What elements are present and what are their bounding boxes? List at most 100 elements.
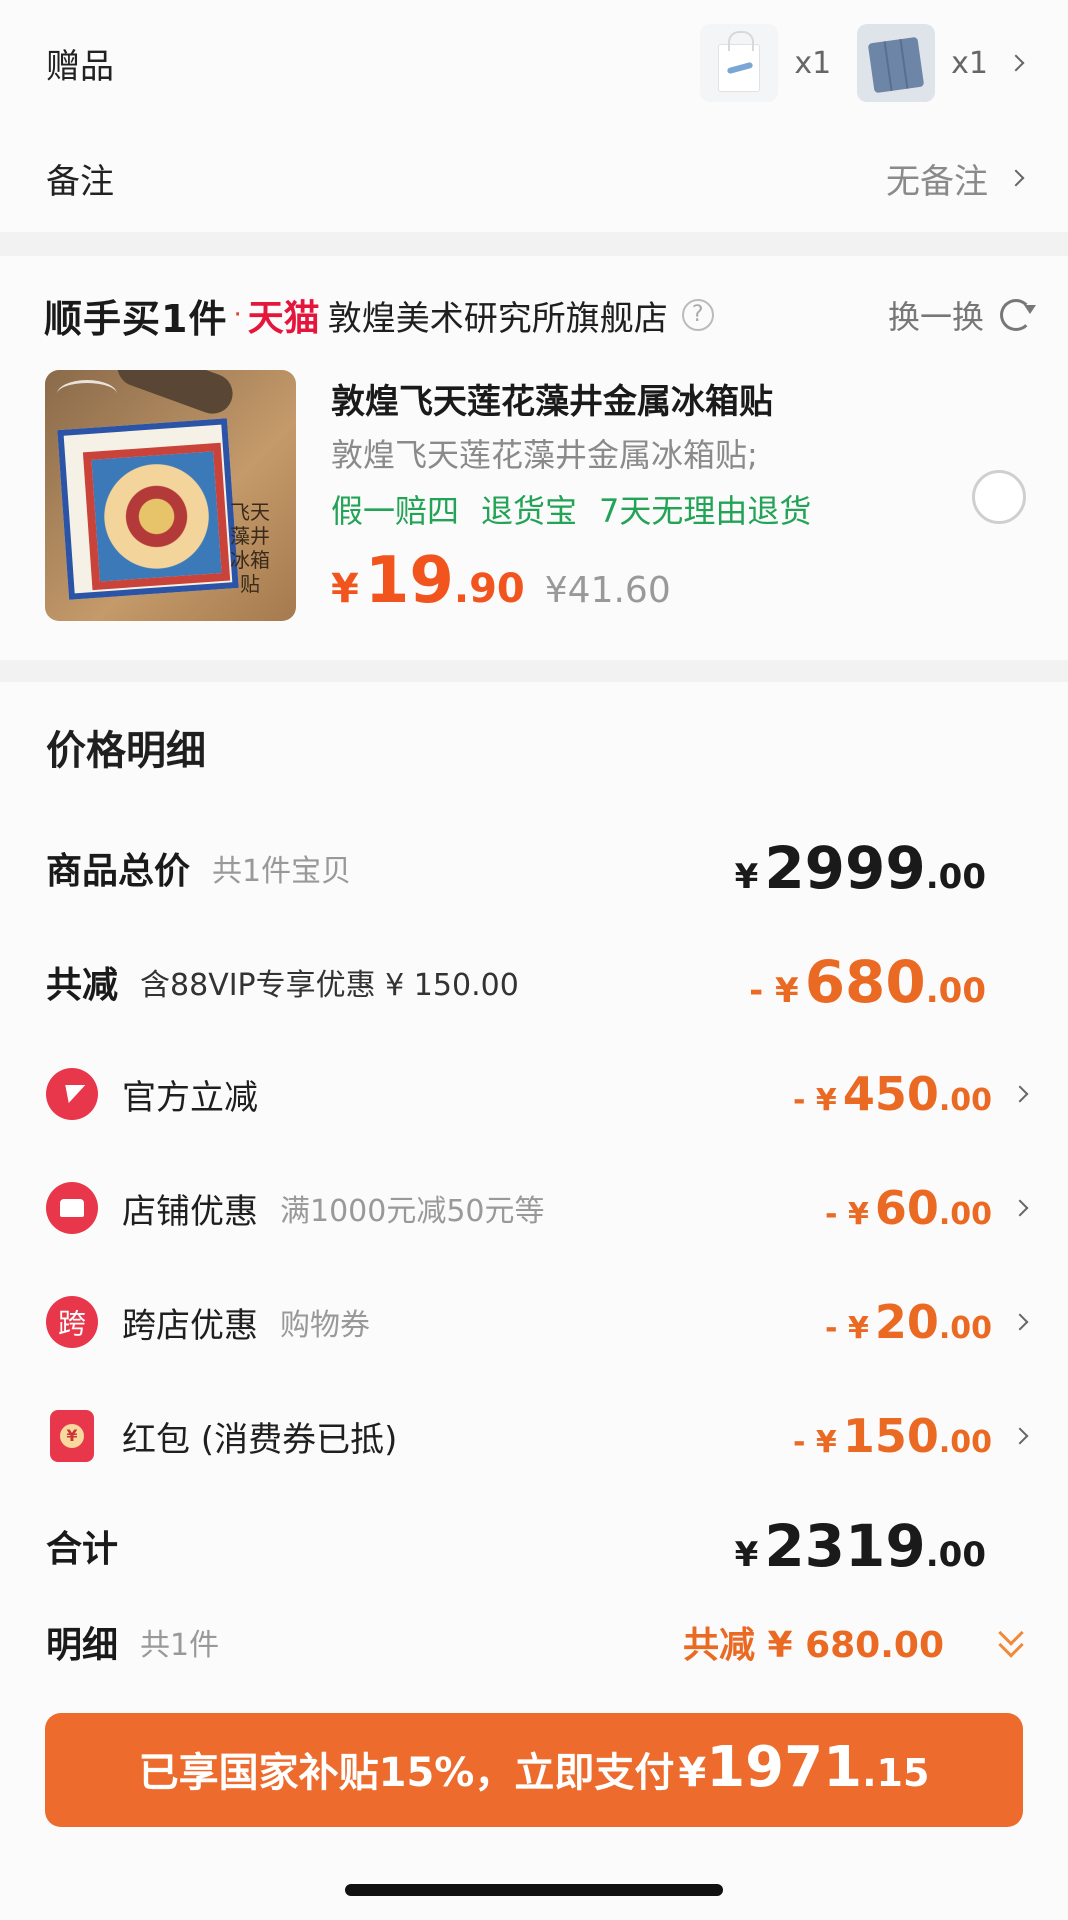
amount-decimal: .00: [938, 1425, 992, 1460]
amount-currency: ¥: [734, 1535, 759, 1575]
amount-currency: ¥: [734, 857, 759, 897]
discount-item-label: 店铺优惠: [122, 1191, 258, 1232]
note-label: 备注: [46, 161, 114, 202]
discount-item-label: 红包 (消费券已抵): [122, 1419, 398, 1460]
double-chevron-down-icon: [998, 1620, 1026, 1662]
discount-amount: - ¥ 680 .00: [749, 948, 986, 1016]
gift-label: 赠品: [46, 46, 114, 87]
service-tag: 7天无理由退货: [599, 492, 812, 530]
chevron-right-icon: [1011, 1313, 1029, 1331]
pay-decimal: .15: [862, 1751, 930, 1795]
discount-item-label: 官方立减: [122, 1077, 258, 1118]
discount-item-hint: 购物券: [280, 1308, 370, 1343]
discount-item-official[interactable]: 官方立减 - ¥ 450 .00: [46, 1054, 1029, 1134]
discount-hint: 含88VIP专享优惠 ¥ 150.00: [140, 968, 519, 1003]
discount-item-cross-store[interactable]: 跨 跨店优惠 购物券 - ¥ 20 .00: [46, 1282, 1029, 1362]
sum-amount: ¥ 2319 .00: [735, 1512, 986, 1580]
breakdown-count: 共1件: [140, 1628, 220, 1663]
lightning-icon: [46, 1068, 98, 1120]
home-indicator[interactable]: [345, 1884, 723, 1896]
pay-button-label: 已享国家补贴15%，立即支付: [138, 1750, 675, 1796]
discount-item-amount: - ¥ 150 .00: [793, 1409, 992, 1463]
discount-item-red-envelope[interactable]: ¥ 红包 (消费券已抵) - ¥ 150 .00: [46, 1396, 1029, 1476]
pay-currency: ¥: [678, 1750, 707, 1796]
amount-decimal: .00: [938, 1083, 992, 1118]
refresh-icon[interactable]: [1000, 299, 1036, 331]
product-image[interactable]: 飞天藻井 冰箱贴: [45, 370, 296, 621]
price-decimal: .90: [453, 566, 525, 612]
amount-integer: 680: [804, 948, 926, 1016]
note-value: 无备注: [886, 161, 988, 202]
order-extras-card: 赠品 x1 x1 备注 无备注: [0, 0, 1068, 232]
select-product-radio[interactable]: [972, 470, 1026, 524]
gift-qty: x1: [951, 45, 988, 81]
gift-qty: x1: [794, 45, 832, 81]
product-info[interactable]: 敦煌飞天莲花藻井金属冰箱贴 敦煌飞天莲花藻井金属冰箱贴; 假一赔四 退货宝 7天…: [331, 374, 911, 618]
product-image-text: 飞天藻井 冰箱贴: [230, 500, 270, 596]
amount-integer: 2999: [764, 834, 926, 902]
separator-dot: ·: [233, 300, 242, 330]
price-currency: ¥: [331, 566, 359, 612]
breakdown-saving-text: 共减 ¥ 680.00: [682, 1625, 944, 1666]
swap-button[interactable]: 换一换: [888, 292, 984, 338]
sum-label: 合计: [46, 1529, 119, 1570]
service-tag: 退货宝: [481, 492, 578, 530]
discount-item-amount: - ¥ 450 .00: [793, 1067, 992, 1121]
shop-name[interactable]: 敦煌美术研究所旗舰店: [328, 291, 668, 340]
cross-store-icon: 跨: [46, 1296, 98, 1348]
original-price: ¥41.60: [544, 570, 671, 611]
discount-item-label: 跨店优惠: [122, 1305, 258, 1346]
discount-item-amount: - ¥ 20 .00: [825, 1295, 992, 1349]
discount-label: 共减: [46, 965, 119, 1006]
service-tags: 假一赔四 退货宝 7天无理由退货: [331, 486, 911, 536]
brand-label: 顺手买1件: [44, 296, 228, 341]
breakdown-saving: 共减 ¥ 680.00: [683, 1616, 944, 1668]
price-detail-title: 价格明细: [46, 728, 206, 774]
amount-currency: - ¥: [793, 1425, 837, 1460]
chevron-right-icon: [1011, 1199, 1029, 1217]
subtotal-row: 商品总价 共1件宝贝 ¥ 2999 .00: [46, 828, 1026, 908]
discount-item-store[interactable]: 店铺优惠 满1000元减50元等 - ¥ 60 .00: [46, 1168, 1029, 1248]
amount-decimal: .00: [938, 1197, 992, 1232]
product-subtitle: 敦煌飞天莲花藻井金属冰箱贴;: [331, 436, 758, 474]
total-discount-row: 共减 含88VIP专享优惠 ¥ 150.00 - ¥ 680 .00: [46, 942, 1026, 1022]
subtotal-label: 商品总价: [46, 851, 191, 892]
product-title: 敦煌飞天莲花藻井金属冰箱贴: [331, 382, 773, 422]
store-icon: [46, 1182, 98, 1234]
amount-decimal: .00: [938, 1311, 992, 1346]
gift-items: x1 x1: [700, 24, 1025, 102]
chevron-right-icon: [1011, 1427, 1029, 1445]
pay-button[interactable]: 已享国家补贴15%，立即支付 ¥ 1971 .15: [45, 1713, 1023, 1827]
red-envelope-symbol: ¥: [60, 1424, 84, 1448]
chevron-right-icon: [1007, 54, 1025, 72]
service-tag: 假一赔四: [331, 492, 460, 530]
sum-row: 合计 ¥ 2319 .00: [46, 1506, 1026, 1586]
red-envelope-icon: ¥: [50, 1410, 94, 1462]
discount-item-hint: 满1000元减50元等: [280, 1194, 545, 1229]
amount-integer: 150: [842, 1409, 939, 1463]
mouse-pad-thumbnail: [857, 24, 936, 102]
subtotal-amount: ¥ 2999 .00: [735, 834, 986, 902]
chevron-right-icon: [1007, 169, 1025, 187]
amount-integer: 2319: [764, 1512, 926, 1580]
note-row[interactable]: 备注 无备注: [46, 140, 1025, 216]
amount-decimal: .00: [925, 857, 986, 897]
amount-currency: - ¥: [749, 971, 799, 1011]
price-integer: 19: [364, 544, 454, 618]
amount-decimal: .00: [925, 1535, 986, 1575]
amount-integer: 20: [874, 1295, 939, 1349]
gift-row[interactable]: 赠品 x1 x1: [46, 22, 1025, 104]
amount-decimal: .00: [925, 971, 986, 1011]
help-icon[interactable]: ?: [681, 299, 714, 331]
amount-currency: - ¥: [825, 1311, 869, 1346]
amount-currency: - ¥: [825, 1197, 869, 1232]
amount-currency: - ¥: [793, 1083, 837, 1118]
chevron-right-icon: [1011, 1085, 1029, 1103]
item-count: 共1件宝贝: [212, 854, 352, 889]
add-on-product-card: 顺手买1件 · 天猫 敦煌美术研究所旗舰店 ? 换一换 飞天藻井 冰箱贴 敦煌飞…: [0, 256, 1068, 660]
tmall-logo: 天猫: [247, 298, 320, 339]
breakdown-row[interactable]: 明细 共1件 共减 ¥ 680.00: [46, 1602, 1026, 1682]
breakdown-label: 明细: [46, 1625, 119, 1666]
pay-integer: 1971: [706, 1735, 863, 1800]
tote-bag-thumbnail: [700, 24, 779, 102]
